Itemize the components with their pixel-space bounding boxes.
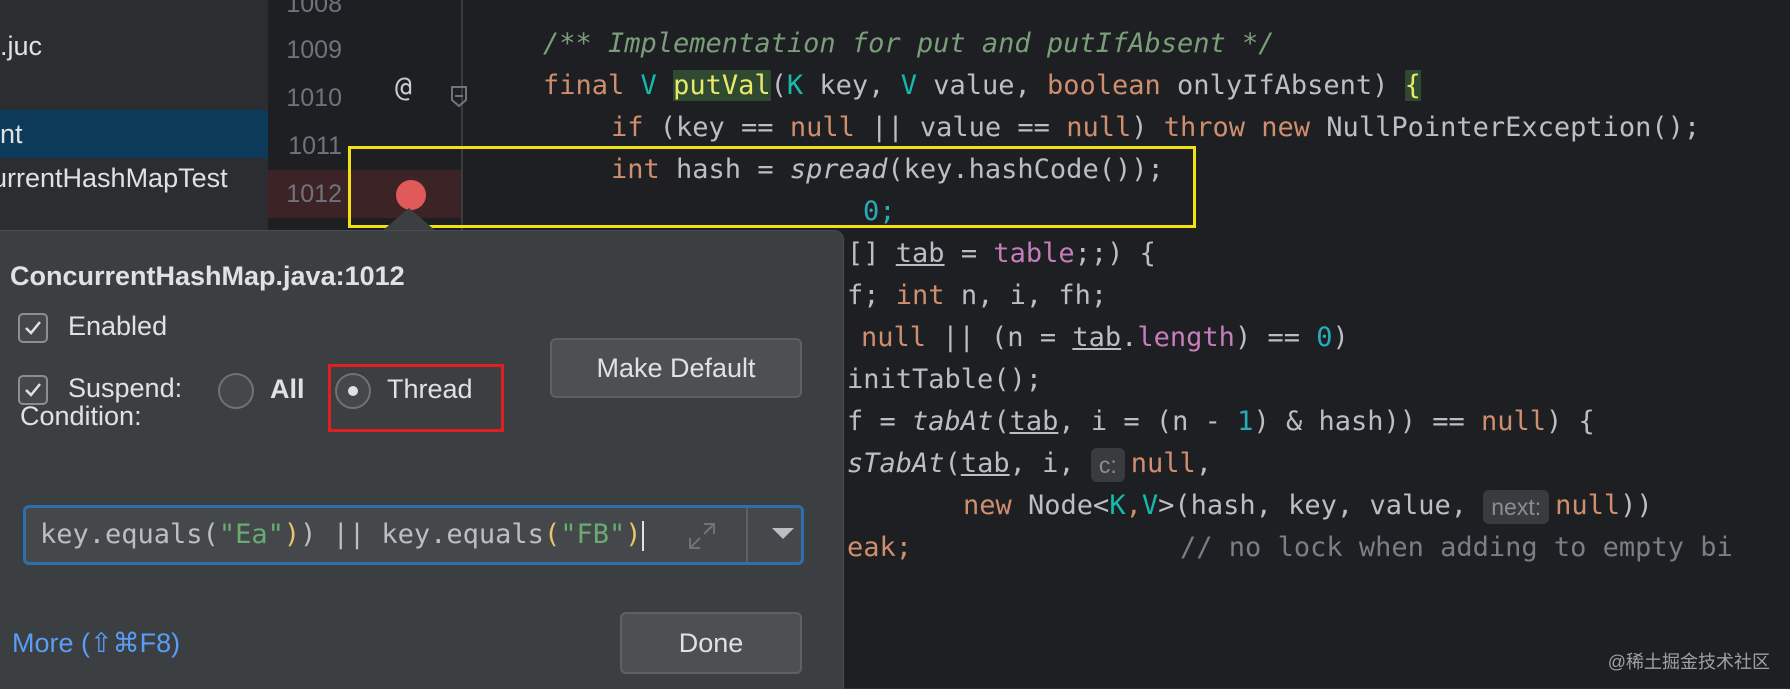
condition-input[interactable]: key.equals("Ea")) || key.equals("FB") — [23, 505, 804, 565]
code-line-1014: [] tab = table;;) { — [847, 238, 1156, 269]
code-line-1018: f = tabAt(tab, i = (n - 1) & hash)) == n… — [847, 406, 1595, 437]
dropdown-separator — [746, 508, 748, 562]
annotation-highlight-yellow — [348, 146, 1196, 228]
tree-item-label: nt — [0, 119, 23, 149]
line-number: 1009 — [286, 36, 342, 64]
fold-bookmark-icon[interactable] — [450, 86, 468, 108]
check-icon — [25, 383, 41, 397]
popup-pointer — [381, 208, 437, 232]
code-line-1016: null || (n = tab.length) == 0) — [861, 322, 1349, 353]
suspend-all-label[interactable]: All — [270, 374, 305, 405]
line-number: 1012 — [286, 180, 342, 208]
expand-icon[interactable] — [686, 520, 718, 552]
suspend-label: Suspend: — [68, 373, 183, 403]
breakpoint-popup: ConcurrentHashMap.java:1012 Enabled Susp… — [0, 230, 844, 689]
suspend-all-radio[interactable] — [218, 373, 254, 409]
annotation-highlight-red — [328, 364, 504, 432]
more-link[interactable]: More (⇧⌘F8) — [12, 628, 180, 659]
inlay-hint: next: — [1483, 489, 1550, 524]
tree-item-label: .juc — [0, 31, 43, 61]
chevron-down-icon[interactable] — [772, 528, 794, 539]
condition-label: Condition: — [20, 401, 142, 431]
tree-item[interactable]: .juc — [0, 22, 268, 70]
line-number: 1011 — [288, 132, 342, 160]
code-line-1011: if (key == null || value == null) throw … — [611, 112, 1701, 143]
code-line-1019: sTabAt(tab, i, c: null, — [847, 440, 1212, 488]
watermark: @稀土掘金技术社区 — [1607, 652, 1770, 672]
tree-item[interactable]: urrentHashMapTest — [0, 154, 268, 202]
check-icon — [25, 321, 41, 335]
line-number: 1008 — [286, 0, 342, 18]
tree-item-label: urrentHashMapTest — [0, 163, 228, 193]
implements-at-icon[interactable]: @ — [395, 70, 412, 103]
make-default-button[interactable]: Make Default — [550, 338, 802, 398]
code-line-1017: initTable(); — [847, 364, 1043, 395]
tree-item-selected[interactable]: nt — [0, 110, 268, 158]
enabled-checkbox[interactable] — [18, 313, 48, 343]
popup-title: ConcurrentHashMap.java:1012 — [10, 261, 405, 291]
done-button[interactable]: Done — [620, 612, 802, 674]
code-line-1021: eak;// no lock when adding to empty bi — [847, 532, 1733, 563]
enabled-label[interactable]: Enabled — [68, 311, 167, 342]
inlay-hint: c: — [1090, 447, 1125, 482]
line-number: 1010 — [286, 84, 342, 112]
code-line-1020: new Node<K,V>(hash, key, value, next: nul… — [963, 482, 1653, 530]
code-line-1015: f; int n, i, fh; — [847, 280, 1108, 311]
code-line-1010: final V putVal(K key, V value, boolean o… — [543, 70, 1421, 101]
code-line-1009: /** Implementation for put and putIfAbse… — [543, 28, 1275, 59]
condition-text: key.equals("Ea")) || key.equals("FB") — [40, 519, 644, 551]
